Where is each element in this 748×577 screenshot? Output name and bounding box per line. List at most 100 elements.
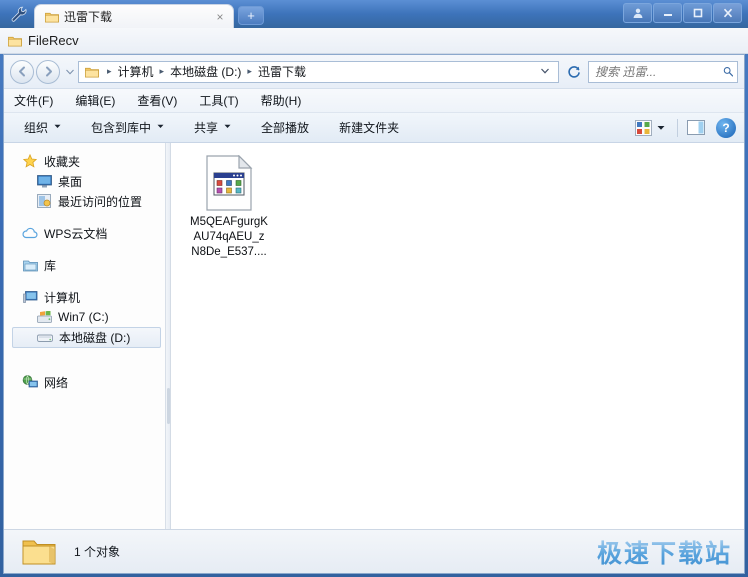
folder-icon [85,67,99,77]
breadcrumb-separator: ▸ [107,66,112,76]
status-bar: 1 个对象 极速下载站 [4,529,744,573]
menu-tools[interactable]: 工具(T) [199,89,250,112]
toolbar-separator [677,118,678,137]
history-dropdown-icon[interactable] [62,61,78,83]
sidebar-item-local-disk-d[interactable]: 本地磁盘 (D:) [12,327,161,348]
breadcrumb-separator: ▸ [159,66,165,76]
maximize-button[interactable] [683,3,712,23]
file-name-label: M5QEAFgurgKAU74qAEU_zN8De_E537.... [190,216,268,258]
watermark-label: 极速下载站 [597,534,732,570]
library-icon [22,257,38,273]
filerecv-bar[interactable]: FileRecv [0,28,748,54]
sidebar-label: 库 [44,258,57,273]
forward-button[interactable] [36,59,60,84]
file-list-view[interactable]: M5QEAFgurgKAU74qAEU_zN8De_E537.... [171,143,744,529]
search-box[interactable] [588,60,738,83]
toolbar-organize[interactable]: 组织 [16,116,69,139]
main-area: 收藏夹 桌面 最近访问的位置 WPS云文档 库 计算机 Win7 (C:) 本地… [4,143,744,529]
breadcrumb-item-xunlei[interactable]: 迅雷下载 [256,63,308,80]
folder-icon [22,540,56,564]
search-icon[interactable] [723,65,733,78]
tab-close-icon[interactable]: × [211,8,229,26]
navigation-pane: 收藏夹 桌面 最近访问的位置 WPS云文档 库 计算机 Win7 (C:) 本地… [4,143,166,529]
toolbar-new-folder[interactable]: 新建文件夹 [331,116,407,139]
sidebar-item-wps-cloud[interactable]: WPS云文档 [4,223,165,243]
breadcrumb-item-computer[interactable]: 计算机 [116,63,156,80]
network-icon [22,374,38,390]
filerecv-label: FileRecv [28,33,79,48]
toolbar-share-label: 共享 [194,121,219,135]
new-tab-button[interactable]: + [238,6,264,25]
desktop-icon [36,173,52,189]
window-controls [623,3,742,23]
toolbar-share[interactable]: 共享 [186,116,239,139]
sidebar-label: 计算机 [44,290,81,305]
item-count-label: 1 个对象 [74,545,121,559]
window-root: 迅雷下载 × + FileRecv ▸ 计算机 ▸ 本地磁盘 (D:) ▸ 迅雷… [0,0,748,577]
sidebar-item-network[interactable]: 网络 [4,372,165,392]
sidebar-item-desktop[interactable]: 桌面 [4,171,165,191]
toolbar-play-all[interactable]: 全部播放 [253,116,317,139]
sidebar-label: 本地磁盘 (D:) [59,331,131,345]
toolbar-include-label: 包含到库中 [91,121,152,135]
tab-xunlei-download[interactable]: 迅雷下载 × [34,4,234,28]
chevron-down-icon [54,124,61,131]
application-file-icon [206,155,253,211]
toolbar-new-folder-label: 新建文件夹 [339,121,400,135]
menu-view[interactable]: 查看(V) [137,89,189,112]
back-button[interactable] [10,59,34,84]
view-mode-dropdown-icon[interactable] [653,119,669,137]
explorer-window: ▸ 计算机 ▸ 本地磁盘 (D:) ▸ 迅雷下载 搜索 迅雷... 文件(F) … [3,54,745,574]
cloud-icon [22,225,38,241]
sidebar-label: 收藏夹 [44,154,81,169]
command-toolbar: 组织 包含到库中 共享 全部播放 新建文件夹 ? [4,113,744,143]
folder-icon [45,12,59,22]
tab-label: 迅雷下载 [64,10,113,24]
sidebar-item-computer[interactable]: 计算机 [4,287,165,307]
sidebar-item-recent-places[interactable]: 最近访问的位置 [4,191,165,211]
toolbar-organize-label: 组织 [24,121,49,135]
splitter-grip[interactable] [167,388,170,424]
recent-places-icon [36,193,52,209]
chevron-down-icon[interactable] [536,67,554,76]
sidebar-item-favorites[interactable]: 收藏夹 [4,151,165,171]
address-bar: ▸ 计算机 ▸ 本地磁盘 (D:) ▸ 迅雷下载 [4,55,744,89]
folder-icon [8,36,22,46]
search-input[interactable] [593,63,723,80]
title-bar: 迅雷下载 × + [0,0,748,28]
star-icon [22,153,38,169]
sidebar-item-win7-c[interactable]: Win7 (C:) [4,307,165,327]
sidebar-item-libraries[interactable]: 库 [4,255,165,275]
menu-file[interactable]: 文件(F) [14,89,65,112]
sidebar-label: 桌面 [58,174,83,189]
help-button[interactable]: ? [716,117,736,138]
sidebar-label: Win7 (C:) [58,310,109,324]
close-button[interactable] [713,3,742,23]
sidebar-label: 最近访问的位置 [58,194,143,209]
chevron-down-icon [157,124,164,131]
breadcrumb-separator: ▸ [247,66,252,76]
list-item[interactable]: M5QEAFgurgKAU74qAEU_zN8De_E537.... [185,155,273,260]
breadcrumb[interactable]: ▸ 计算机 ▸ 本地磁盘 (D:) ▸ 迅雷下载 [78,60,559,83]
sidebar-label: 网络 [44,375,69,390]
drive-icon [37,330,53,346]
wrench-icon[interactable] [8,4,30,24]
view-mode-icon[interactable] [633,119,653,137]
minimize-button[interactable] [653,3,682,23]
preview-pane-icon[interactable] [686,119,706,137]
windows-drive-icon [36,309,52,325]
refresh-button[interactable] [563,61,584,82]
menu-help[interactable]: 帮助(H) [261,89,314,112]
breadcrumb-item-local-disk-d[interactable]: 本地磁盘 (D:) [168,63,243,80]
toolbar-play-all-label: 全部播放 [261,121,310,135]
toolbar-include-in-library[interactable]: 包含到库中 [83,116,172,139]
user-account-icon[interactable] [623,3,652,23]
chevron-down-icon [224,124,231,131]
menu-edit[interactable]: 编辑(E) [75,89,127,112]
sidebar-label: WPS云文档 [44,226,108,241]
